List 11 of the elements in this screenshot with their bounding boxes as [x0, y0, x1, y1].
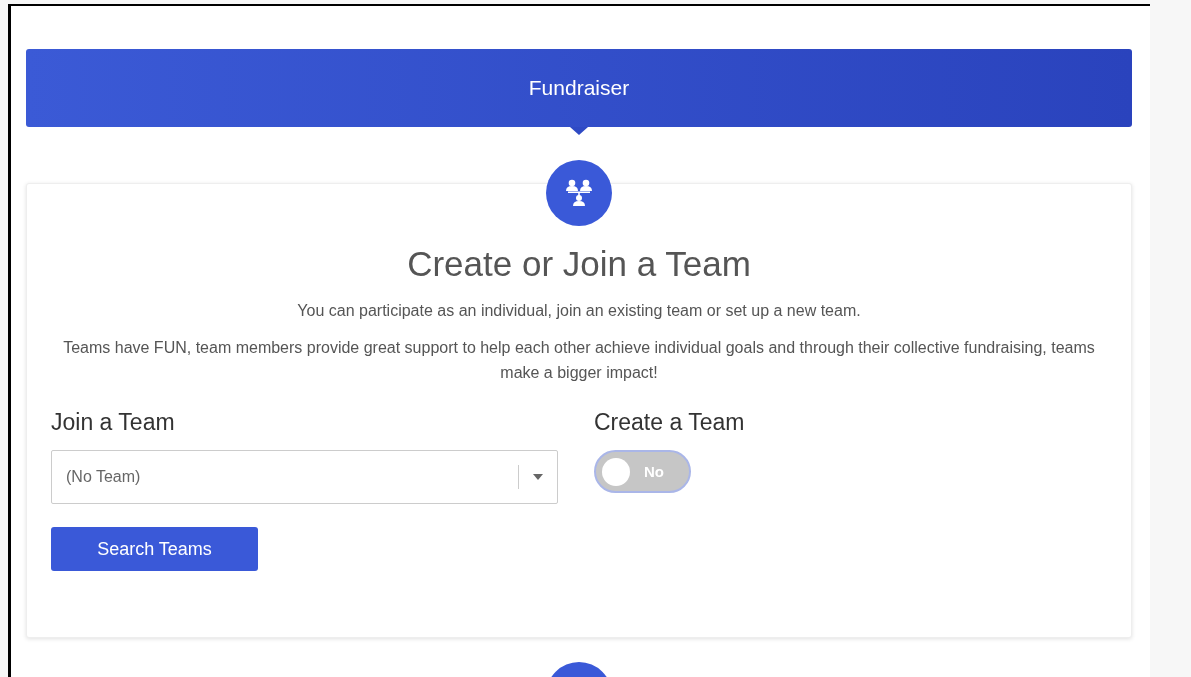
team-select[interactable]: (No Team) — [51, 450, 558, 504]
team-icon — [564, 179, 594, 207]
search-teams-button[interactable]: Search Teams — [51, 527, 258, 571]
section-title: Create or Join a Team — [407, 244, 751, 284]
intro-text: Teams have FUN, team members provide great support to help each other achieve individual goals and through their collective fundraising, teams make a bigger impact! — [62, 338, 1096, 383]
create-heading: Create a Team — [594, 409, 746, 436]
join-heading: Join a Team — [51, 409, 176, 436]
pointer-icon — [570, 127, 588, 135]
banner-title: Fundraiser — [528, 76, 630, 100]
intro-text: You can participate as an individual, join an existing team or set up a new team. — [297, 301, 861, 321]
caret-icon — [533, 474, 543, 480]
